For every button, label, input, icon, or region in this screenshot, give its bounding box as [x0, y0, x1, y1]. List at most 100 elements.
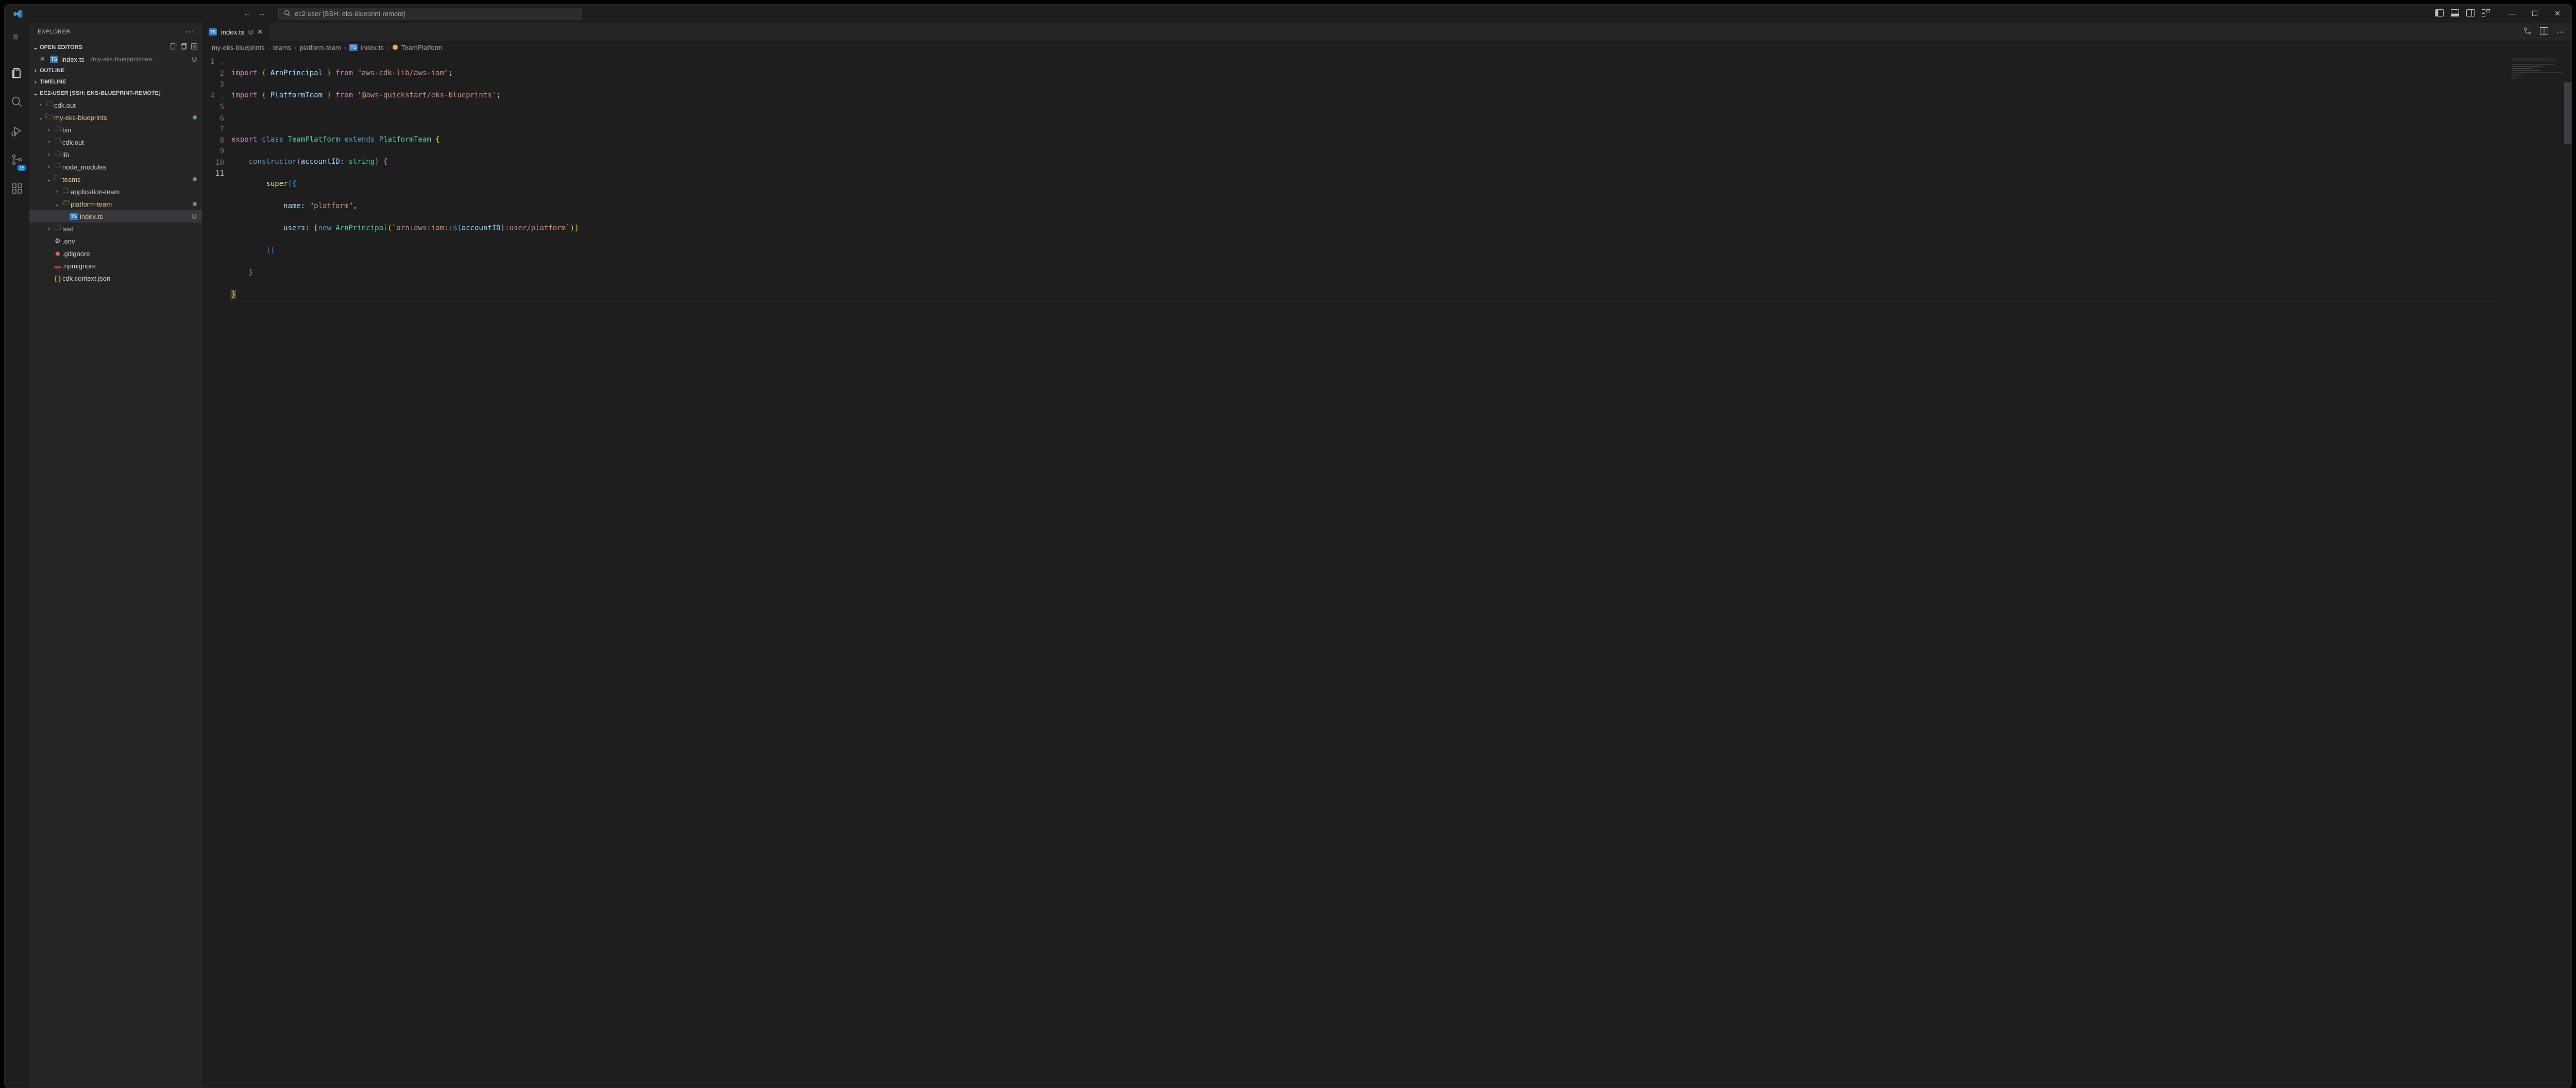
toggle-secondary-sidebar-icon[interactable] [2466, 9, 2475, 18]
toggle-primary-sidebar-icon[interactable] [2435, 9, 2444, 18]
minimize-icon[interactable]: — [2502, 9, 2522, 18]
toggle-panel-icon[interactable] [2451, 9, 2459, 18]
command-center[interactable]: ec2-user [SSH: eks-blueprint-remote] [278, 8, 582, 20]
modified-dot-icon [193, 177, 197, 181]
tree-file[interactable]: { } cdk.context.json [29, 272, 202, 284]
tree-label: .npmignore [62, 262, 96, 270]
open-editor-status: U [192, 56, 197, 63]
tree-label: lib [62, 151, 69, 159]
source-control-activity-icon[interactable]: 15 [11, 154, 23, 169]
close-editor-icon[interactable]: ✕ [40, 55, 47, 63]
chevron-down-icon: ⌄ [37, 114, 45, 121]
vertical-scrollbar[interactable] [2564, 72, 2571, 206]
workspace-section[interactable]: ⌄ EC2-USER [SSH: EKS-BLUEPRINT-REMOTE] [29, 88, 202, 99]
scm-badge: 15 [17, 165, 26, 171]
workspace-label: EC2-USER [SSH: EKS-BLUEPRINT-REMOTE] [40, 90, 161, 96]
activity-bar: 15 [5, 23, 29, 1087]
tree-folder[interactable]: › 🗀 cdk.out [29, 99, 202, 111]
explorer-title: EXPLORER [38, 29, 71, 35]
tree-label: bin [62, 126, 71, 134]
close-all-icon[interactable] [191, 43, 198, 52]
folder-icon: 🗀 [53, 149, 62, 160]
tree-file[interactable]: ⚙ .env [29, 235, 202, 247]
explorer-activity-icon[interactable] [11, 67, 23, 82]
tree-label: teams [62, 176, 80, 183]
search-icon [284, 10, 291, 18]
close-tab-icon[interactable]: ✕ [257, 28, 263, 36]
tree-file[interactable]: ◆ .gitignore [29, 247, 202, 260]
folder-open-icon: 🗁 [45, 112, 54, 123]
close-window-icon[interactable]: ✕ [2548, 9, 2567, 18]
explorer-more-icon[interactable]: ⋯ [185, 27, 194, 37]
nav-back-icon[interactable]: ← [243, 9, 251, 19]
editor-tab[interactable]: TS index.ts U ✕ [202, 23, 269, 41]
tree-folder[interactable]: ⌄ 🗁 teams [29, 173, 202, 185]
split-editor-icon[interactable] [2540, 27, 2548, 37]
breadcrumb-item[interactable]: TeamPlatform [401, 44, 443, 52]
npm-icon: ▬ [53, 262, 62, 270]
typescript-file-icon: TS [70, 213, 78, 220]
search-activity-icon[interactable] [11, 96, 23, 111]
open-editor-filename: index.ts [61, 56, 84, 63]
menu-icon[interactable]: ≡ [13, 31, 19, 42]
new-untitled-icon[interactable] [170, 43, 177, 52]
explorer-sidebar: EXPLORER ⋯ ⌄ OPEN EDITORS ✕ TS index.ts … [29, 23, 202, 1087]
breadcrumb-item[interactable]: platform-team [300, 44, 341, 52]
vscode-logo-icon [9, 9, 27, 19]
open-editors-label: OPEN EDITORS [40, 44, 82, 50]
tree-folder[interactable]: › 🗀 lib [29, 148, 202, 161]
timeline-section[interactable]: › TIMELINE [29, 76, 202, 88]
folder-open-icon: 🗁 [61, 198, 71, 210]
tree-label: .env [62, 237, 75, 245]
tab-status: U [248, 28, 253, 36]
editor-tabs: TS index.ts U ✕ ⋯ [202, 23, 2571, 41]
breadcrumb-item[interactable]: index.ts [361, 44, 384, 52]
modified-dot-icon [193, 115, 197, 120]
tree-folder[interactable]: › 🗀 application-team [29, 185, 202, 198]
chevron-down-icon: ⌄ [53, 201, 61, 208]
folder-icon: 🗀 [53, 124, 62, 135]
tab-filename: index.ts [221, 28, 244, 36]
untracked-badge: U [192, 213, 197, 220]
scrollbar-thumb[interactable] [2564, 82, 2571, 144]
tree-file[interactable]: ▬ .npmignore [29, 260, 202, 272]
tree-folder[interactable]: › 🗀 test [29, 223, 202, 235]
tree-file[interactable]: TS index.ts U [29, 210, 202, 223]
json-icon: { } [53, 275, 62, 282]
save-all-icon[interactable] [180, 43, 188, 52]
breadcrumb[interactable]: my-eks-blueprints› teams› platform-team›… [202, 41, 2571, 54]
tree-folder[interactable]: ⌄ 🗁 platform-team [29, 198, 202, 210]
chevron-right-icon: › [45, 226, 53, 232]
code-editor[interactable]: 1 ⌄ 2 3 4 ⌄ 5 6 7 8 9 10 11 import { Arn… [202, 54, 2571, 1087]
code-content[interactable]: import { ArnPrincipal } from "aws-cdk-li… [231, 54, 2571, 1087]
compare-changes-icon[interactable] [2523, 27, 2532, 37]
open-editor-item[interactable]: ✕ TS index.ts ~/my-eks-blueprints/tea...… [29, 54, 202, 65]
open-editors-section[interactable]: ⌄ OPEN EDITORS [29, 41, 202, 54]
editor-more-icon[interactable]: ⋯ [2556, 27, 2564, 37]
tree-folder[interactable]: › 🗀 node_modules [29, 161, 202, 173]
folder-open-icon: 🗁 [53, 174, 62, 185]
nav-forward-icon[interactable]: → [258, 9, 266, 19]
tree-label: application-team [71, 188, 120, 196]
tree-label: cdk.out [62, 139, 84, 146]
chevron-right-icon: › [31, 78, 40, 86]
breadcrumb-item[interactable]: teams [273, 44, 291, 52]
folder-icon: 🗀 [53, 223, 62, 234]
maximize-icon[interactable]: ☐ [2525, 9, 2545, 18]
chevron-down-icon: ⌄ [45, 176, 53, 183]
folder-icon: 🗀 [53, 161, 62, 173]
minimap[interactable] [2512, 57, 2568, 88]
extensions-activity-icon[interactable] [11, 182, 23, 198]
customize-layout-icon[interactable] [2482, 9, 2490, 18]
tree-folder[interactable]: › 🗀 cdk.out [29, 136, 202, 148]
folder-icon: 🗀 [45, 99, 54, 111]
tree-folder[interactable]: › 🗀 bin [29, 124, 202, 136]
folder-icon: 🗀 [61, 186, 71, 197]
gear-icon: ⚙ [53, 237, 62, 245]
outline-section[interactable]: › OUTLINE [29, 65, 202, 76]
open-editor-path: ~/my-eks-blueprints/tea... [88, 56, 157, 63]
chevron-right-icon: › [45, 164, 53, 170]
run-debug-activity-icon[interactable] [11, 125, 23, 140]
tree-folder[interactable]: ⌄ 🗁 my-eks-blueprints [29, 111, 202, 124]
breadcrumb-item[interactable]: my-eks-blueprints [212, 44, 265, 52]
